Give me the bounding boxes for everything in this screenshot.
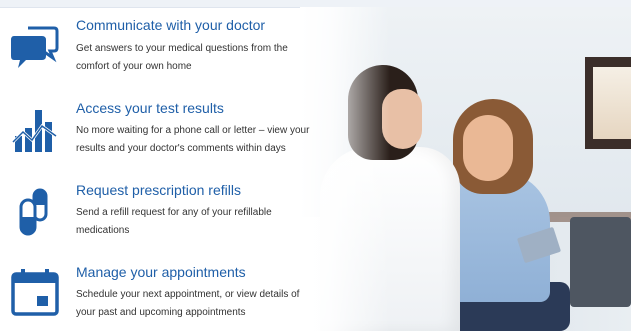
feature-appointments: Manage your appointments Schedule your n… — [0, 246, 320, 331]
chat-bubbles-icon — [10, 22, 60, 72]
feature-description: Send a refill request for any of your re… — [76, 207, 272, 236]
feature-description: No more waiting for a phone call or lett… — [76, 125, 310, 154]
feature-refills: Request prescription refills Send a refi… — [0, 164, 320, 246]
feature-test-results: Access your test results No more waiting… — [0, 82, 320, 164]
feature-title[interactable]: Request prescription refills — [76, 182, 241, 198]
feature-title[interactable]: Access your test results — [76, 100, 224, 116]
feature-title[interactable]: Communicate with your doctor — [76, 17, 265, 33]
feature-description: Get answers to your medical questions fr… — [76, 43, 288, 72]
feature-title[interactable]: Manage your appointments — [76, 264, 246, 280]
doctor-patient-photo — [300, 7, 631, 331]
pill-capsules-icon — [10, 188, 60, 238]
feature-description: Schedule your next appointment, or view … — [76, 289, 300, 318]
feature-communicate: Communicate with your doctor Get answers… — [0, 0, 320, 82]
bar-chart-icon — [10, 106, 60, 156]
calendar-icon — [10, 268, 60, 318]
